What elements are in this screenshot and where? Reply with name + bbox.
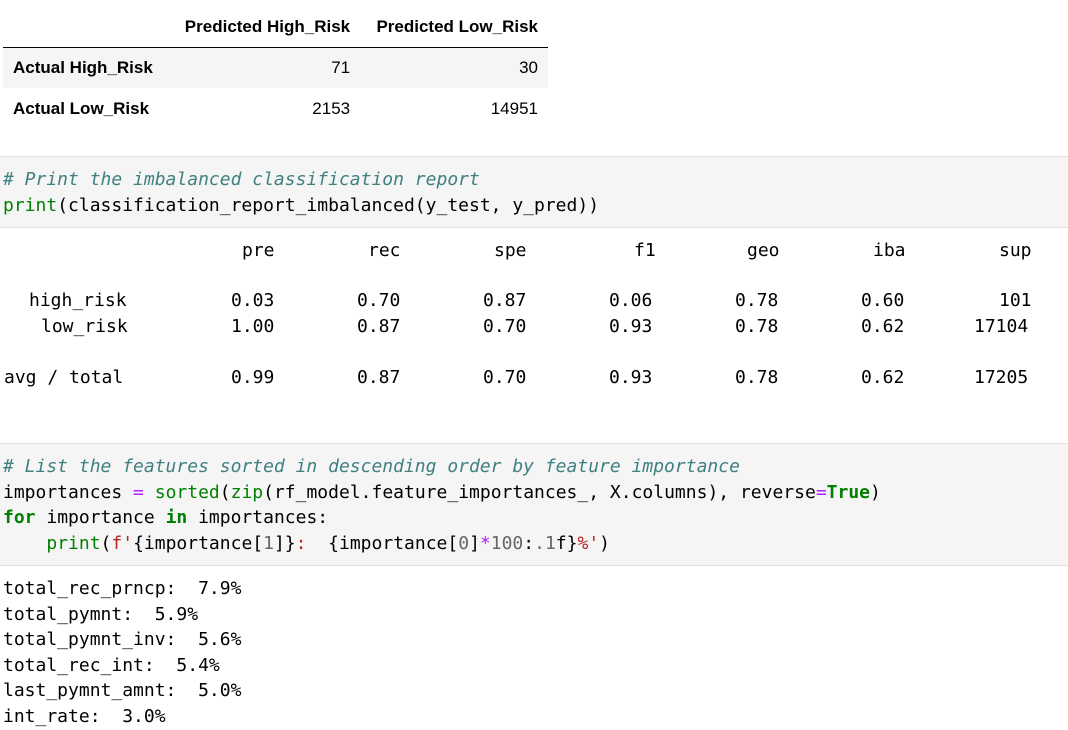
code-editor[interactable]: # Print the imbalanced classification re… — [3, 167, 599, 218]
report-value: 0.87 — [357, 316, 401, 337]
table-cell: 14951 — [490, 98, 538, 118]
column-header: Predicted Low_Risk — [360, 8, 548, 48]
report-header: f1 — [634, 240, 656, 261]
output-line: total_pymnt_inv: 5.6% — [3, 629, 242, 651]
report-value: 0.78 — [735, 290, 779, 311]
code-cell-input[interactable]: # List the features sorted in descending… — [0, 443, 1068, 566]
report-value: 0.70 — [483, 367, 527, 388]
report-header: spe — [494, 240, 527, 261]
code-text: : — [523, 532, 535, 554]
code-editor[interactable]: # List the features sorted in descending… — [3, 454, 881, 556]
report-value: 1.00 — [231, 316, 275, 337]
column-header: Predicted High_Risk — [168, 8, 361, 48]
report-value: 0.03 — [231, 290, 275, 311]
code-line: for importance in importances: — [3, 505, 881, 531]
report-value: 0.78 — [735, 316, 779, 337]
code-comment: # Print the imbalanced classification re… — [3, 169, 480, 190]
report-value: 101 — [999, 290, 1032, 311]
report-value: 0.60 — [861, 290, 905, 311]
table-cell: 71 — [331, 57, 351, 77]
output-line: int_rate: 3.0% — [3, 705, 166, 727]
code-text: ) — [599, 532, 611, 554]
report-value: 0.99 — [231, 367, 275, 388]
report-value: 0.62 — [861, 316, 905, 337]
number-literal: .1 — [534, 532, 556, 554]
output-line: total_rec_prncp: 7.9% — [3, 578, 242, 599]
keyword: for — [3, 507, 36, 529]
output-line: last_pymnt_amnt: 5.0% — [3, 680, 242, 702]
report-value: 0.70 — [483, 316, 527, 337]
builtin-function: print — [3, 194, 58, 216]
keyword: in — [165, 507, 188, 529]
report-header: pre — [242, 240, 275, 261]
number-literal: 1 — [263, 532, 274, 554]
code-text: f} — [555, 532, 578, 554]
code-text: importances — [3, 481, 134, 503]
builtin-function: sorted — [154, 481, 220, 503]
code-cell-input[interactable]: # Print the imbalanced classification re… — [0, 156, 1068, 228]
report-value: 17205 — [974, 367, 1029, 388]
code-line: importances = sorted(zip(rf_model.featur… — [3, 480, 881, 506]
report-value: 0.78 — [735, 367, 779, 388]
table-cell: 30 — [519, 57, 538, 77]
report-value: 0.62 — [861, 367, 905, 388]
output-line: total_rec_int: 5.4% — [3, 654, 220, 676]
code-text: importances: — [187, 507, 329, 529]
row-label: Actual Low_Risk — [13, 98, 150, 118]
report-value: 0.70 — [357, 290, 401, 311]
code-line: # List the features sorted in descending… — [3, 454, 881, 480]
builtin-function: print — [46, 532, 101, 554]
code-text: {importance[ — [133, 532, 264, 554]
report-header: geo — [747, 240, 780, 261]
code-text: ] — [469, 532, 480, 554]
report-value: 0.93 — [609, 367, 653, 388]
code-text: importance — [35, 507, 166, 529]
string-literal: %' — [577, 532, 600, 554]
table-header-row: Predicted High_Risk Predicted Low_Risk — [3, 8, 548, 48]
feature-importance-output: total_rec_prncp: 7.9% total_pymnt: 5.9% … — [3, 576, 241, 730]
code-text: (rf_model.feature_importances_, X.column… — [263, 481, 816, 503]
report-header: rec — [368, 240, 401, 261]
code-text: ) — [870, 481, 881, 503]
report-row-label: avg / total — [4, 367, 124, 388]
table-row: Actual High_Risk 71 30 — [3, 47, 548, 88]
corner-header — [3, 8, 169, 48]
code-comment: # List the features sorted in descending… — [3, 456, 740, 477]
report-row-label: low_risk — [41, 316, 128, 337]
number-literal: 0 — [458, 532, 470, 554]
code-line: # Print the imbalanced classification re… — [3, 167, 599, 193]
builtin-function: zip — [230, 481, 264, 503]
report-value: 0.87 — [357, 367, 401, 388]
keyword: True — [826, 481, 871, 503]
string-prefix: f — [111, 532, 123, 554]
code-text: ( — [100, 532, 112, 554]
report-header: iba — [873, 240, 906, 261]
row-label: Actual High_Risk — [13, 57, 153, 77]
operator: = — [815, 481, 827, 503]
report-row-label: high_risk — [29, 290, 127, 311]
confusion-matrix-table: Predicted High_Risk Predicted Low_Risk A… — [3, 8, 548, 129]
report-header: sup — [999, 240, 1032, 261]
operator: * — [479, 532, 491, 554]
report-value: 0.87 — [483, 290, 527, 311]
code-text: ( — [219, 481, 231, 503]
output-line: total_pymnt: 5.9% — [3, 603, 199, 625]
string-literal: : — [295, 532, 329, 554]
table-row: Actual Low_Risk 2153 14951 — [3, 88, 548, 129]
code-line: print(f'{importance[1]}: {importance[0]*… — [3, 531, 881, 557]
report-value: 0.06 — [609, 290, 653, 311]
report-value: 17104 — [974, 316, 1029, 337]
table-cell: 2153 — [312, 98, 351, 118]
report-value: 0.93 — [609, 316, 653, 337]
code-text: (classification_report_imbalanced(y_test… — [57, 194, 600, 216]
number-literal: 100 — [490, 532, 524, 554]
code-text: {importance[ — [328, 532, 459, 554]
code-text: ]} — [273, 532, 296, 554]
operator: = — [133, 481, 144, 503]
code-line: print(classification_report_imbalanced(y… — [3, 193, 599, 219]
string-literal: ' — [122, 532, 134, 554]
